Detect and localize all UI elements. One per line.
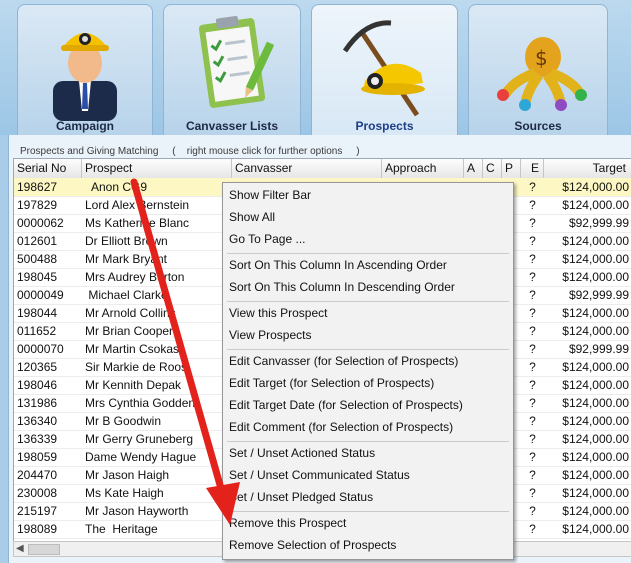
red-annotation-arrow: [130, 178, 240, 525]
